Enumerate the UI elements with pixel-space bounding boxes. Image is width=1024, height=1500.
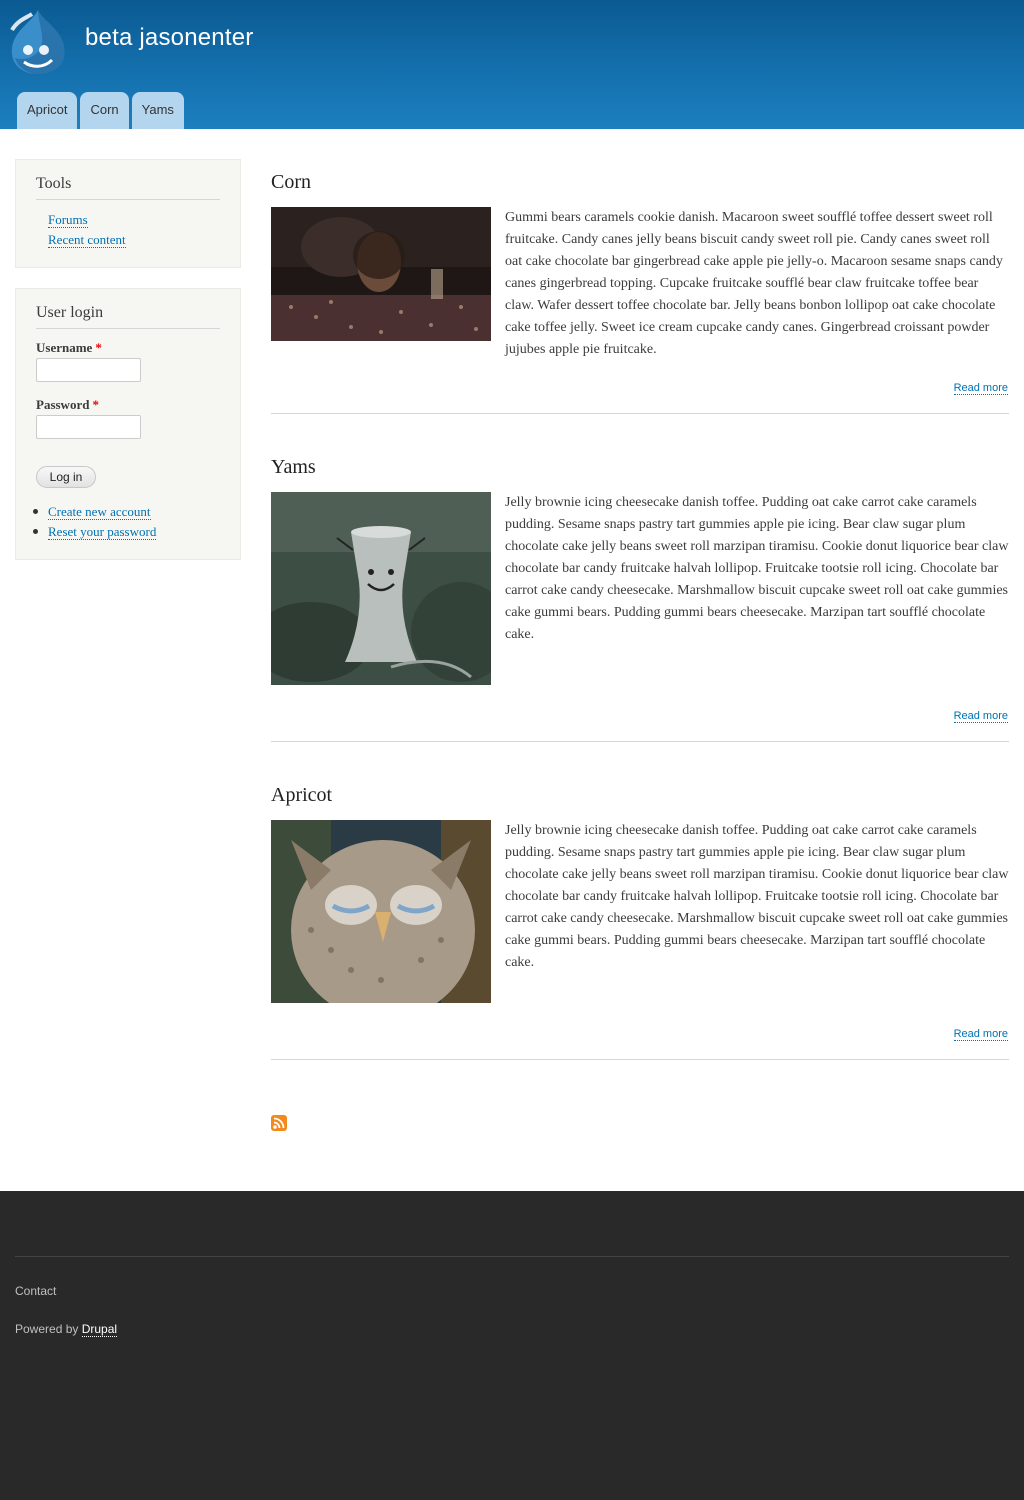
node-title-yams[interactable]: Yams [271, 456, 316, 479]
node-image-yams[interactable] [271, 492, 491, 685]
read-more-link-apricot[interactable]: Read more [953, 1028, 1008, 1041]
username-label: Username * [36, 340, 102, 356]
reset-password-link[interactable]: Reset your password [48, 524, 157, 540]
password-label-text: Password [36, 397, 90, 412]
username-input[interactable] [36, 358, 141, 382]
password-label: Password * [36, 397, 99, 413]
password-input[interactable] [36, 415, 141, 439]
powered-by: Powered by Drupal [15, 1322, 118, 1337]
tab-yams[interactable]: Yams [131, 92, 184, 129]
user-login-block: User login Username * Password * Log in Cr… [15, 288, 241, 560]
node-title-corn[interactable]: Corn [271, 171, 311, 194]
site-header: beta jasonenter Apricot Corn Yams [0, 0, 1024, 129]
node-title-apricot[interactable]: Apricot [271, 784, 332, 807]
forums-link[interactable]: Forums [48, 212, 88, 228]
rss-icon[interactable] [271, 1115, 287, 1131]
drupal-link[interactable]: Drupal [81, 1322, 118, 1337]
login-button[interactable]: Log in [36, 466, 96, 488]
username-label-text: Username [36, 340, 93, 355]
node-separator [271, 741, 1009, 742]
tools-block: Tools Forums Recent content [15, 159, 241, 268]
required-mark: * [95, 340, 102, 355]
create-account-link[interactable]: Create new account [48, 504, 151, 520]
drupal-logo-icon[interactable] [8, 8, 68, 76]
powered-by-text: Powered by [15, 1322, 79, 1336]
tab-corn[interactable]: Corn [80, 92, 129, 129]
node-body-yams: Jelly brownie icing cheesecake danish to… [505, 495, 1009, 642]
node-image-corn[interactable] [271, 207, 491, 341]
read-more-link-yams[interactable]: Read more [953, 710, 1008, 723]
node-body-corn: Gummi bears caramels cookie danish. Maca… [505, 210, 1003, 357]
node-image-apricot[interactable] [271, 820, 491, 1003]
footer-contact-link[interactable]: Contact [15, 1284, 56, 1298]
main-menu: Apricot Corn Yams [17, 92, 184, 129]
tools-title: Tools [36, 175, 220, 200]
list-bullet [33, 509, 38, 514]
required-mark: * [92, 397, 99, 412]
site-name[interactable]: beta jasonenter [85, 24, 253, 52]
site-footer: Contact Powered by Drupal [0, 1191, 1024, 1500]
node-body-apricot: Jelly brownie icing cheesecake danish to… [505, 823, 1009, 970]
node-separator [271, 1059, 1009, 1060]
footer-divider [15, 1256, 1009, 1257]
read-more-link-corn[interactable]: Read more [953, 382, 1008, 395]
user-login-title: User login [36, 304, 220, 329]
list-bullet [33, 529, 38, 534]
node-separator [271, 413, 1009, 414]
tab-apricot[interactable]: Apricot [17, 92, 78, 129]
recent-content-link[interactable]: Recent content [48, 232, 126, 248]
